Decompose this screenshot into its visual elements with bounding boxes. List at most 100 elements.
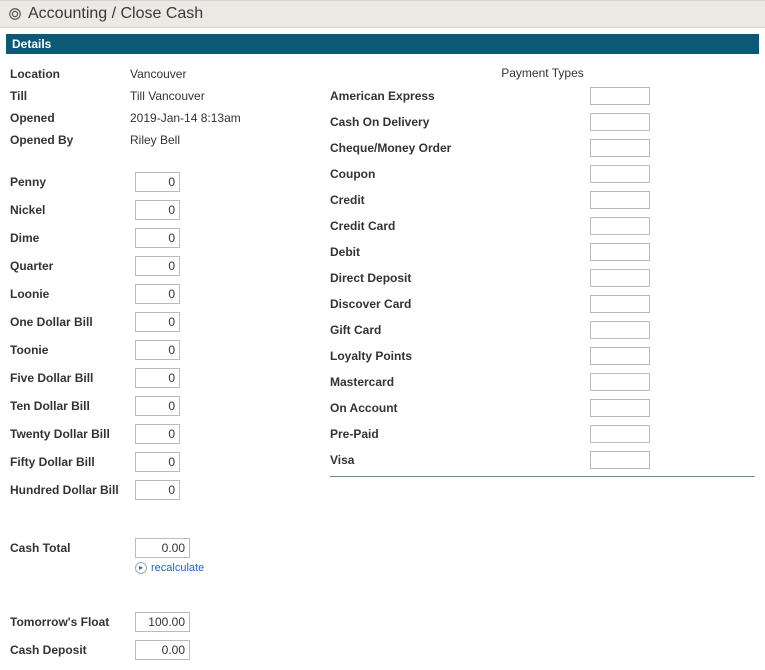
denomination-input[interactable] [135, 424, 180, 444]
denomination-row: Five Dollar Bill [10, 368, 310, 388]
left-column: Location Vancouver Till Till Vancouver O… [10, 64, 310, 660]
payment-types-header: Payment Types [330, 64, 755, 86]
payment-type-input[interactable] [590, 139, 650, 157]
details-section-header: Details [6, 34, 759, 54]
payment-type-label: On Account [330, 401, 590, 415]
payment-type-row: Credit [330, 190, 755, 210]
denomination-input[interactable] [135, 284, 180, 304]
opened-value: 2019-Jan-14 8:13am [130, 111, 241, 125]
till-value: Till Vancouver [130, 89, 205, 103]
denomination-row: Toonie [10, 340, 310, 360]
payment-type-label: Cash On Delivery [330, 115, 590, 129]
payment-type-row: Credit Card [330, 216, 755, 236]
denomination-label: Twenty Dollar Bill [10, 427, 135, 441]
denomination-label: Toonie [10, 343, 135, 357]
denomination-input[interactable] [135, 228, 180, 248]
denomination-row: Quarter [10, 256, 310, 276]
denomination-input[interactable] [135, 256, 180, 276]
denomination-input[interactable] [135, 200, 180, 220]
denomination-input[interactable] [135, 172, 180, 192]
title-bar: Accounting / Close Cash [0, 0, 765, 28]
denomination-label: Ten Dollar Bill [10, 399, 135, 413]
payment-type-row: Debit [330, 242, 755, 262]
tomorrows-float-input[interactable] [135, 612, 190, 632]
cash-deposit-input[interactable] [135, 640, 190, 660]
payment-type-input[interactable] [590, 425, 650, 443]
opened-by-value: Riley Bell [130, 133, 180, 147]
denomination-row: Twenty Dollar Bill [10, 424, 310, 444]
payment-type-input[interactable] [590, 165, 650, 183]
denomination-row: Loonie [10, 284, 310, 304]
target-icon [8, 7, 22, 21]
payment-type-row: Cash On Delivery [330, 112, 755, 132]
payment-type-input[interactable] [590, 399, 650, 417]
denomination-input[interactable] [135, 480, 180, 500]
payment-type-input[interactable] [590, 295, 650, 313]
payment-type-label: Visa [330, 453, 590, 467]
location-value: Vancouver [130, 67, 186, 81]
denomination-row: Ten Dollar Bill [10, 396, 310, 416]
recalculate-link[interactable]: ▸ recalculate [135, 562, 310, 574]
payment-type-input[interactable] [590, 269, 650, 287]
payment-type-row: Discover Card [330, 294, 755, 314]
denomination-label: Hundred Dollar Bill [10, 483, 135, 497]
payment-type-label: Cheque/Money Order [330, 141, 590, 155]
till-label: Till [10, 89, 130, 103]
page-title: Accounting / Close Cash [28, 5, 203, 23]
payment-type-input[interactable] [590, 113, 650, 131]
denomination-label: Loonie [10, 287, 135, 301]
payment-type-row: Visa [330, 450, 755, 470]
right-column: Payment Types American Express Cash On De… [330, 64, 755, 660]
denomination-label: Dime [10, 231, 135, 245]
payment-type-input[interactable] [590, 321, 650, 339]
denomination-label: Nickel [10, 203, 135, 217]
payment-type-input[interactable] [590, 87, 650, 105]
denomination-label: One Dollar Bill [10, 315, 135, 329]
denomination-input[interactable] [135, 396, 180, 416]
denomination-row: Fifty Dollar Bill [10, 452, 310, 472]
payment-type-row: On Account [330, 398, 755, 418]
payment-types-divider [330, 476, 755, 477]
payment-type-input[interactable] [590, 191, 650, 209]
recalculate-label: recalculate [151, 562, 204, 574]
denomination-input[interactable] [135, 340, 180, 360]
denomination-row: Hundred Dollar Bill [10, 480, 310, 500]
denomination-label: Quarter [10, 259, 135, 273]
denomination-row: Penny [10, 172, 310, 192]
payment-type-label: Mastercard [330, 375, 590, 389]
cash-total-input[interactable] [135, 538, 190, 558]
denomination-row: One Dollar Bill [10, 312, 310, 332]
payment-type-label: Credit Card [330, 219, 590, 233]
payment-type-label: Loyalty Points [330, 349, 590, 363]
opened-label: Opened [10, 111, 130, 125]
payment-type-label: Gift Card [330, 323, 590, 337]
payment-type-row: Loyalty Points [330, 346, 755, 366]
payment-type-input[interactable] [590, 373, 650, 391]
play-circle-icon: ▸ [135, 562, 147, 574]
payment-type-row: Coupon [330, 164, 755, 184]
payment-type-label: American Express [330, 89, 590, 103]
opened-by-label: Opened By [10, 133, 130, 147]
payment-type-label: Pre-Paid [330, 427, 590, 441]
denomination-label: Fifty Dollar Bill [10, 455, 135, 469]
location-label: Location [10, 67, 130, 81]
cash-total-label: Cash Total [10, 541, 135, 555]
payment-type-row: Cheque/Money Order [330, 138, 755, 158]
denomination-input[interactable] [135, 368, 180, 388]
payment-type-label: Debit [330, 245, 590, 259]
payment-type-label: Credit [330, 193, 590, 207]
payment-type-input[interactable] [590, 243, 650, 261]
payment-type-row: Mastercard [330, 372, 755, 392]
payment-type-row: Direct Deposit [330, 268, 755, 288]
denomination-input[interactable] [135, 312, 180, 332]
cash-deposit-label: Cash Deposit [10, 643, 135, 657]
denomination-input[interactable] [135, 452, 180, 472]
payment-type-input[interactable] [590, 347, 650, 365]
payment-type-label: Coupon [330, 167, 590, 181]
payment-type-input[interactable] [590, 451, 650, 469]
denomination-row: Nickel [10, 200, 310, 220]
payment-type-row: Gift Card [330, 320, 755, 340]
payment-type-label: Discover Card [330, 297, 590, 311]
payment-type-input[interactable] [590, 217, 650, 235]
denomination-label: Penny [10, 175, 135, 189]
